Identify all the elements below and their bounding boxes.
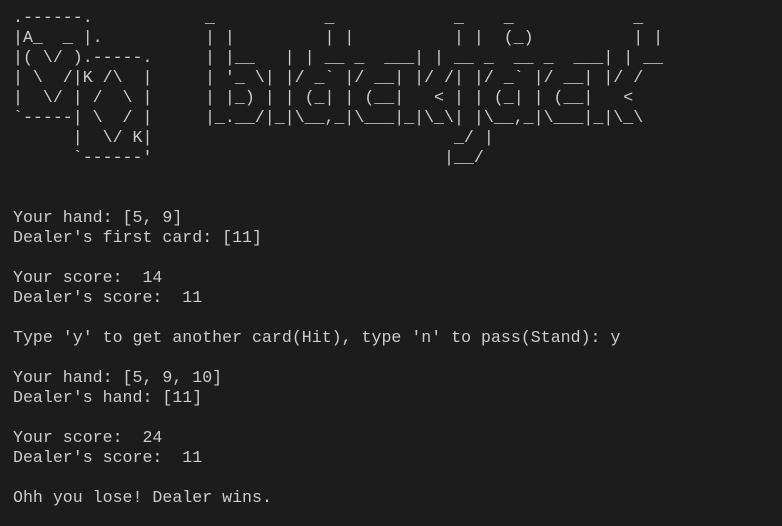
ascii-banner: .------. |A_ _ |. |( \/ ).-----. | \ /|K…	[13, 8, 782, 168]
hit-stand-prompt[interactable]: Type 'y' to get another card(Hit), type …	[13, 328, 782, 348]
your-score-line: Your score: 24	[13, 428, 163, 447]
your-hand-line: Your hand: [5, 9]	[13, 208, 183, 227]
ascii-blackjack-logo: _ _ _ _ _ | | | | | | (_) | | | |__ | | …	[205, 8, 664, 167]
ascii-card-art: .------. |A_ _ |. |( \/ ).-----. | \ /|K…	[13, 8, 153, 167]
your-score-line: Your score: 14	[13, 268, 163, 287]
dealer-hand-line: Dealer's hand: [11]	[13, 388, 203, 407]
dealer-score-line: Dealer's score: 11	[13, 288, 203, 307]
dealer-score-line: Dealer's score: 11	[13, 448, 203, 467]
game-result-line: Ohh you lose! Dealer wins.	[13, 488, 272, 507]
terminal-output: .------. |A_ _ |. |( \/ ).-----. | \ /|K…	[0, 0, 782, 526]
dealer-first-card-line: Dealer's first card: [11]	[13, 228, 262, 247]
your-hand-line: Your hand: [5, 9, 10]	[13, 368, 223, 387]
